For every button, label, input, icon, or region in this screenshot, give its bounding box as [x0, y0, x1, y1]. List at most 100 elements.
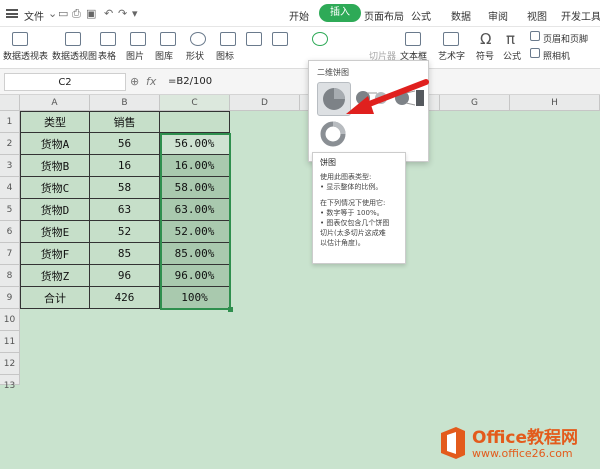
row-header[interactable]: 1 [0, 111, 20, 133]
table-cell[interactable]: 100% [160, 287, 230, 309]
header-cell-type[interactable]: 类型 [20, 111, 90, 133]
shape-icon[interactable] [190, 32, 206, 46]
table-cell[interactable]: 426 [90, 287, 160, 309]
table-cell[interactable]: 85.00% [160, 243, 230, 265]
formula-icon[interactable]: π [506, 30, 515, 48]
print-icon[interactable]: ⎙ [72, 7, 81, 21]
table-cell[interactable]: 56 [90, 133, 160, 155]
pivot-table-icon[interactable] [12, 32, 28, 46]
file-menu[interactable]: 文件 [24, 8, 44, 23]
table-cell[interactable]: 货物Z [20, 265, 90, 287]
corner-select-all[interactable] [0, 95, 20, 111]
header-footer-button[interactable]: 页眉和页脚 [543, 32, 588, 45]
redo-icon[interactable]: ↷ [118, 7, 127, 20]
tab-page-layout[interactable]: 页面布局 [364, 8, 404, 23]
column-header-g[interactable]: G [440, 95, 510, 111]
row-header[interactable]: 6 [0, 221, 20, 243]
tab-home[interactable]: 开始 [289, 8, 309, 23]
pivot-chart-icon[interactable] [65, 32, 81, 46]
word-art-icon[interactable] [443, 32, 459, 46]
table-cell[interactable]: 52.00% [160, 221, 230, 243]
row-header[interactable]: 8 [0, 265, 20, 287]
table-cell[interactable]: 58 [90, 177, 160, 199]
row-header[interactable]: 12 [0, 353, 20, 375]
table-cell[interactable]: 货物C [20, 177, 90, 199]
gallery-icon[interactable] [160, 32, 176, 46]
fx-icon[interactable]: fx [146, 75, 156, 88]
table-icon[interactable] [100, 32, 116, 46]
table-cell[interactable]: 货物F [20, 243, 90, 265]
preview-icon[interactable]: ▣ [86, 7, 96, 20]
symbol-button[interactable]: 符号 [476, 49, 494, 62]
tab-formula[interactable]: 公式 [411, 8, 431, 23]
formula-bar: C2 ⊕ fx =B2/100 [0, 69, 600, 95]
table-cell[interactable]: 85 [90, 243, 160, 265]
row-header[interactable]: 3 [0, 155, 20, 177]
active-cell-c2[interactable]: 56.00% [160, 133, 230, 155]
pivot-table-button[interactable]: 数据透视表 [3, 49, 48, 62]
word-art-button[interactable]: 艺术字 [438, 49, 465, 62]
undo-icon[interactable]: ↶ [104, 7, 113, 20]
table-cell[interactable]: 63 [90, 199, 160, 221]
table-cell[interactable]: 16 [90, 155, 160, 177]
header-cell-sales[interactable]: 销售 [90, 111, 160, 133]
hamburger-menu-icon[interactable] [6, 9, 18, 18]
row-header[interactable]: 10 [0, 309, 20, 331]
table-cell[interactable]: 货物A [20, 133, 90, 155]
table-cell[interactable]: 货物B [20, 155, 90, 177]
table-button[interactable]: 表格 [98, 49, 116, 62]
icon-gallery-icon[interactable] [220, 32, 236, 46]
save-icon[interactable]: ▭ [58, 7, 68, 20]
fill-handle[interactable] [228, 307, 233, 312]
row-header[interactable]: 2 [0, 133, 20, 155]
camera-icon[interactable] [530, 48, 540, 58]
table-cell[interactable]: 58.00% [160, 177, 230, 199]
row-header[interactable]: 5 [0, 199, 20, 221]
customize-icon[interactable]: ▾ [132, 7, 138, 20]
column-header-h[interactable]: H [510, 95, 600, 111]
tab-insert[interactable]: 插入 [319, 4, 361, 22]
zoom-icon[interactable]: ⊕ [130, 75, 139, 88]
column-header-c[interactable]: C [160, 95, 230, 111]
table-cell[interactable]: 96 [90, 265, 160, 287]
icon-button[interactable]: 图标 [216, 49, 234, 62]
tab-review[interactable]: 审阅 [488, 8, 508, 23]
column-header-b[interactable]: B [90, 95, 160, 111]
formula-input[interactable]: =B2/100 [168, 76, 212, 87]
table-cell[interactable]: 52 [90, 221, 160, 243]
header-footer-icon[interactable] [530, 31, 540, 41]
chart-type-icon[interactable] [246, 32, 262, 46]
picture-button[interactable]: 图片 [126, 49, 144, 62]
formula-button[interactable]: 公式 [503, 49, 521, 62]
table-cell[interactable]: 16.00% [160, 155, 230, 177]
table-cell[interactable]: 合计 [20, 287, 90, 309]
tooltip-line: 以估计角度)。 [320, 239, 365, 247]
tab-view[interactable]: 视图 [527, 8, 547, 23]
row-header[interactable]: 11 [0, 331, 20, 353]
line-chart-icon[interactable] [272, 32, 288, 46]
name-box[interactable]: C2 [4, 73, 126, 91]
row-header[interactable]: 4 [0, 177, 20, 199]
gallery-button[interactable]: 图库 [155, 49, 173, 62]
symbol-icon[interactable]: Ω [480, 30, 491, 48]
textbox-icon[interactable] [405, 32, 421, 46]
row-header[interactable]: 9 [0, 287, 20, 309]
table-cell[interactable]: 货物D [20, 199, 90, 221]
row-header[interactable]: 13 [0, 375, 20, 391]
table-cell[interactable]: 63.00% [160, 199, 230, 221]
tab-data[interactable]: 数据 [451, 8, 471, 23]
more-icon[interactable]: ⌄ [48, 7, 57, 20]
camera-button[interactable]: 照相机 [543, 49, 570, 62]
column-header-a[interactable]: A [20, 95, 90, 111]
doughnut-chart-option[interactable] [318, 119, 348, 149]
table-cell[interactable]: 96.00% [160, 265, 230, 287]
header-cell-c[interactable] [160, 111, 230, 133]
pie-chart-icon[interactable] [312, 32, 328, 46]
column-header-d[interactable]: D [230, 95, 300, 111]
tab-developer[interactable]: 开发工具 [561, 8, 600, 23]
row-header[interactable]: 7 [0, 243, 20, 265]
picture-icon[interactable] [130, 32, 146, 46]
table-cell[interactable]: 货物E [20, 221, 90, 243]
pivot-chart-button[interactable]: 数据透视图 [52, 49, 97, 62]
shape-button[interactable]: 形状 [186, 49, 204, 62]
